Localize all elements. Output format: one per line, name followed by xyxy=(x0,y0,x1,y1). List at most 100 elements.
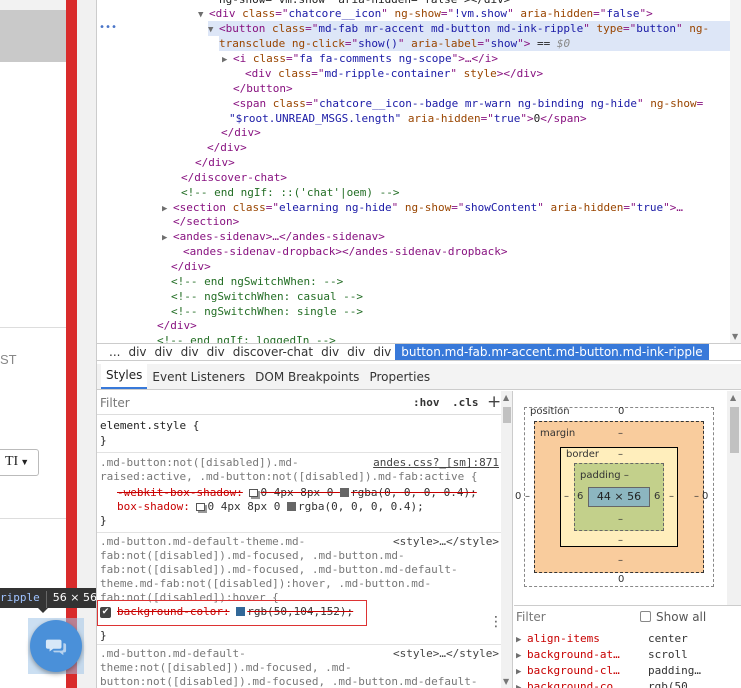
rule-selector[interactable]: theme:not([disabled]).md-focused, .md- xyxy=(100,661,352,675)
rule-selector[interactable]: .md-button:not([disabled]).md- xyxy=(100,456,299,470)
breadcrumb-item[interactable]: discover-chat xyxy=(229,345,317,359)
rule-selector[interactable]: fab:not([disabled]).md-focused, .md-butt… xyxy=(100,549,405,563)
expand-triangle-closed-icon[interactable]: ▶ xyxy=(162,202,173,217)
breadcrumb-item[interactable]: div xyxy=(177,345,203,359)
dom-node-line[interactable]: </div> xyxy=(207,140,247,155)
computed-property-row[interactable]: ▶ background-at… scroll xyxy=(514,647,741,663)
dom-node-line[interactable]: <!-- ngSwitchWhen: single --> xyxy=(171,304,363,319)
breadcrumb-item[interactable]: div xyxy=(124,345,150,359)
tab-dom-breakpoints[interactable]: DOM Breakpoints xyxy=(250,370,364,389)
expand-triangle-closed-icon[interactable]: ▶ xyxy=(516,664,527,680)
show-all-toggle[interactable]: Show all xyxy=(640,610,706,624)
dom-node-line[interactable]: <andes-sidenav-dropback></andes-sidenav-… xyxy=(183,244,508,259)
box-model-border-top[interactable]: – xyxy=(618,449,623,460)
styles-scrollbar-thumb[interactable] xyxy=(503,407,511,423)
dom-node-line[interactable]: "$root.UNREAD_MSGS.length" aria-hidden="… xyxy=(229,111,587,126)
dom-node-line[interactable]: </div> xyxy=(171,259,211,274)
dom-node-line[interactable]: <!-- end ngIf: loggedIn --> xyxy=(157,333,336,343)
hover-state-toggle[interactable]: :hov xyxy=(413,396,440,409)
dom-node-line[interactable]: ▼ <button class="md-fab mr-accent md-butt… xyxy=(208,21,730,36)
box-model-margin-top[interactable]: – xyxy=(618,428,623,439)
dom-node-line[interactable]: <span class="chatcore__icon--badge mr-wa… xyxy=(233,96,703,111)
page-dropdown-button[interactable]: TI ▼ xyxy=(0,449,39,476)
rule-selector[interactable]: raised:active, .md-button:not([disabled]… xyxy=(100,470,478,484)
box-model-position-right[interactable]: 0 xyxy=(702,491,708,502)
shadow-editor-icon[interactable] xyxy=(196,503,206,511)
dom-node-line[interactable]: transclude ng-click="show()" aria-label=… xyxy=(219,36,730,51)
breadcrumb-item[interactable]: button.md-fab.mr-accent.md-button.md-ink… xyxy=(395,344,709,360)
page-scrollbar[interactable] xyxy=(77,0,96,688)
dom-node-line[interactable]: </div> xyxy=(157,318,197,333)
rule-selector[interactable]: .md-button.md-default-theme.md- xyxy=(100,535,305,549)
new-style-rule-icon[interactable]: + xyxy=(487,392,501,412)
expand-triangle-closed-icon[interactable]: ▶ xyxy=(222,53,233,68)
dom-node-line[interactable]: <!-- ngSwitchWhen: casual --> xyxy=(171,289,363,304)
elements-dom-tree[interactable]: ••• ng-show="vm.show" aria-hidden="false… xyxy=(97,0,741,343)
box-model-border-left[interactable]: – xyxy=(564,491,569,502)
dom-node-line[interactable]: ▶ <andes-sidenav>…</andes-sidenav> xyxy=(162,229,385,244)
styles-filter-input[interactable]: Filter xyxy=(100,396,130,410)
scroll-down-arrow-icon[interactable]: ▼ xyxy=(503,677,509,686)
styles-scrollbar[interactable]: ▲ ▼ xyxy=(501,391,512,688)
rule-selector[interactable]: theme.md-fab:not([disabled]):hover, .md-… xyxy=(100,577,431,591)
rule-selector[interactable]: .md-button.md-default- xyxy=(100,647,246,661)
box-model-position-top[interactable]: 0 xyxy=(618,406,624,417)
rule-selector[interactable]: fab:not([disabled]).md-focused, .md-butt… xyxy=(100,563,458,577)
rule-source-link[interactable]: <style>…</style> xyxy=(393,647,499,661)
css-declaration[interactable]: box-shadow: 0 4px 8px 0 rgba(0, 0, 0, 0.… xyxy=(117,500,424,514)
scroll-up-arrow-icon[interactable]: ▲ xyxy=(730,393,736,402)
class-toggle[interactable]: .cls xyxy=(452,396,479,409)
computed-property-row[interactable]: ▶ background-co… rgb(50… xyxy=(514,679,741,688)
box-model-position-bottom[interactable]: 0 xyxy=(618,574,624,585)
dom-node-line[interactable]: <!-- end ngIf: ::('chat'|oem) --> xyxy=(181,185,400,200)
box-model-margin-left[interactable]: – xyxy=(525,491,530,502)
breadcrumb-item[interactable]: ... xyxy=(105,345,124,359)
color-swatch[interactable] xyxy=(339,488,349,497)
shadow-editor-icon[interactable] xyxy=(249,489,259,497)
breadcrumb-item[interactable]: div xyxy=(317,345,343,359)
dom-node-line[interactable]: ▶ <i class="fa fa-comments ng-scope">…</i… xyxy=(222,51,498,66)
breadcrumb-item[interactable]: div xyxy=(151,345,177,359)
rule-selector[interactable]: element.style { xyxy=(100,419,199,433)
box-model-scrollbar-thumb[interactable] xyxy=(730,407,739,453)
box-model-padding-bottom[interactable]: – xyxy=(618,514,623,525)
box-model-scrollbar[interactable]: ▲ xyxy=(727,391,741,605)
selected-node-ellipsis[interactable]: ••• xyxy=(99,22,117,33)
dom-node-line[interactable]: </section> xyxy=(173,214,239,229)
tab-event-listeners[interactable]: Event Listeners xyxy=(147,370,250,389)
scroll-down-arrow-icon[interactable]: ▼ xyxy=(732,332,738,341)
box-model-border-bottom[interactable]: – xyxy=(618,535,623,546)
box-model-position-left[interactable]: 0 xyxy=(515,491,521,502)
breadcrumb-item[interactable]: div xyxy=(369,345,395,359)
dom-node-line[interactable]: <div class="md-ripple-container" style><… xyxy=(245,66,543,81)
dom-node-line[interactable]: ▶ <section class="elearning ng-hide" ng-s… xyxy=(162,200,683,215)
scroll-up-arrow-icon[interactable]: ▲ xyxy=(503,393,509,402)
expand-triangle-closed-icon[interactable]: ▶ xyxy=(162,231,173,246)
rule-source-link[interactable]: <style>…</style> xyxy=(393,535,499,549)
dom-node-line[interactable]: <!-- end ngSwitchWhen: --> xyxy=(171,274,343,289)
box-model-padding-left[interactable]: 6 xyxy=(577,491,583,502)
expand-triangle-closed-icon[interactable]: ▶ xyxy=(516,680,527,688)
dom-node-line[interactable]: </button> xyxy=(233,81,293,96)
box-model-padding-right[interactable]: 6 xyxy=(654,491,660,502)
rule-source-link[interactable]: andes.css?_[sm]:871 xyxy=(373,456,499,470)
chat-fab-button[interactable] xyxy=(30,620,82,672)
tab-styles[interactable]: Styles xyxy=(101,362,148,389)
expand-triangle-open-icon[interactable]: ▼ xyxy=(208,23,219,38)
expand-triangle-closed-icon[interactable]: ▶ xyxy=(516,648,527,664)
tab-properties[interactable]: Properties xyxy=(364,370,435,389)
breadcrumb-item[interactable]: div xyxy=(203,345,229,359)
computed-filter-input[interactable]: Filter xyxy=(516,610,546,624)
expand-triangle-closed-icon[interactable]: ▶ xyxy=(516,632,527,648)
dom-node-line[interactable]: </div> xyxy=(221,125,261,140)
dom-node-line[interactable]: </discover-chat> xyxy=(181,170,287,185)
breadcrumb-item[interactable]: div xyxy=(343,345,369,359)
box-model-content[interactable]: 44 × 56 xyxy=(588,487,650,507)
show-all-checkbox[interactable] xyxy=(640,611,651,622)
dom-tree-scrollbar[interactable]: ▼ xyxy=(730,0,741,343)
box-model-margin-right[interactable]: – xyxy=(694,491,699,502)
dom-node-line[interactable]: ▼ <div class="chatcore__icon" ng-show="!v… xyxy=(198,6,653,21)
box-model-margin-bottom[interactable]: – xyxy=(618,555,623,566)
css-declaration-overridden[interactable]: -webkit-box-shadow: 0 4px 8px 0 rgba(0, … xyxy=(117,486,477,500)
dom-node-line[interactable]: </div> xyxy=(195,155,235,170)
